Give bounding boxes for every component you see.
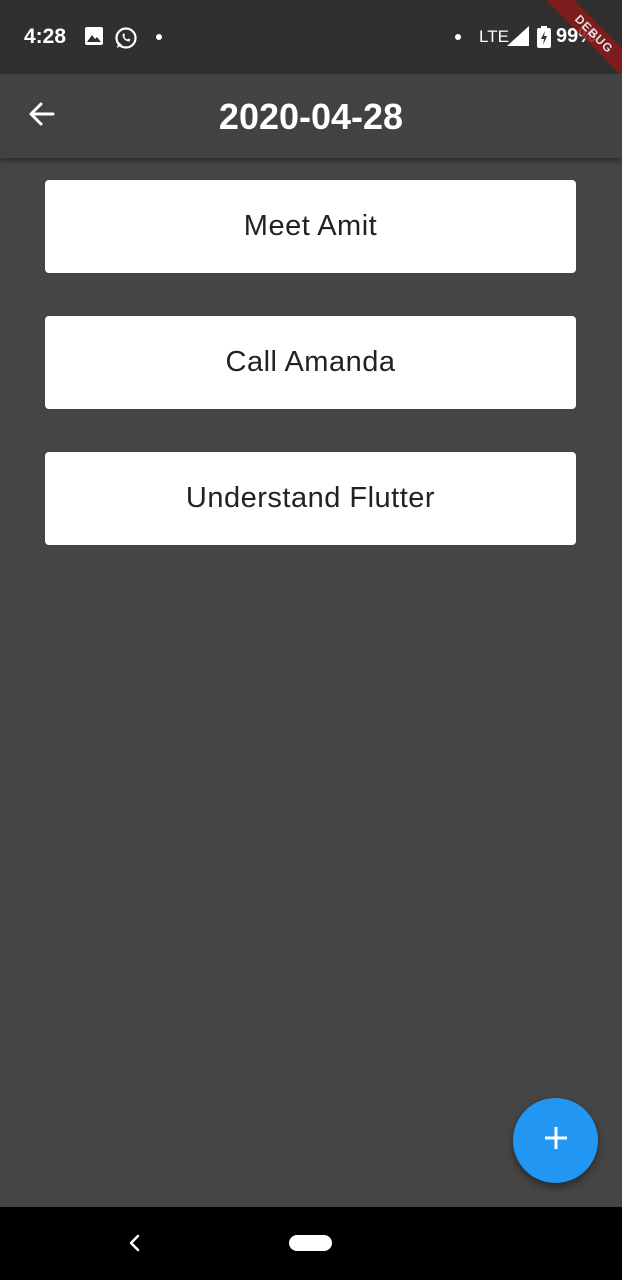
add-task-button[interactable]: [513, 1098, 598, 1183]
nav-back-icon[interactable]: [124, 1231, 144, 1260]
task-label: Meet Amit: [243, 210, 378, 242]
task-card[interactable]: Meet Amit: [45, 180, 576, 273]
gallery-icon: [84, 26, 104, 51]
task-card[interactable]: Call Amanda: [45, 316, 576, 409]
screen: 4:28 LTE 99% DEBUG 2020-04-28 Meet Amit …: [0, 0, 622, 1280]
plus-icon: [543, 1125, 569, 1156]
battery-charging-icon: [537, 26, 551, 53]
nav-home-pill[interactable]: [289, 1235, 332, 1251]
task-label: Call Amanda: [225, 346, 396, 378]
status-time: 4:28: [24, 25, 67, 48]
page-title: 2020-04-28: [218, 96, 404, 137]
notification-dot-icon: [156, 34, 162, 40]
app-bar: 2020-04-28: [0, 74, 622, 158]
signal-icon: [507, 26, 529, 51]
notification-dot-icon: [455, 34, 461, 40]
whatsapp-icon: [114, 26, 138, 55]
system-nav-bar: [0, 1207, 622, 1280]
network-label: LTE: [479, 27, 509, 46]
task-card[interactable]: Understand Flutter: [45, 452, 576, 545]
status-bar: 4:28 LTE 99%: [0, 0, 622, 74]
task-label: Understand Flutter: [185, 482, 436, 514]
